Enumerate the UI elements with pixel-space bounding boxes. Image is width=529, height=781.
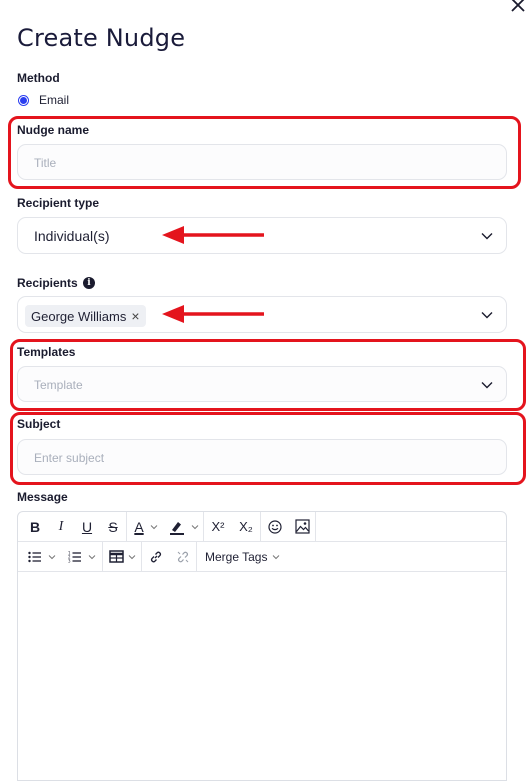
nudge-name-placeholder: Title xyxy=(34,156,57,170)
insert-link-button[interactable] xyxy=(142,542,170,572)
font-color-button[interactable]: A xyxy=(127,512,165,542)
highlight-color-button[interactable] xyxy=(165,512,203,542)
radio-label-email: Email xyxy=(39,93,70,107)
merge-tags-label: Merge Tags xyxy=(205,549,268,564)
editor-toolbar-row-2: 1 2 3 Merge Tags xyxy=(18,541,506,572)
templates-placeholder: Template xyxy=(34,378,83,392)
message-label: Message xyxy=(17,490,68,504)
chevron-down-icon xyxy=(48,554,56,559)
bold-button[interactable]: B xyxy=(22,512,48,542)
radio-button[interactable] xyxy=(18,94,29,106)
recipient-type-select[interactable]: Individual(s) xyxy=(17,217,507,254)
subject-placeholder: Enter subject xyxy=(34,451,105,465)
recipient-type-value: Individual(s) xyxy=(34,228,110,244)
numbered-list-icon: 1 2 3 xyxy=(68,551,81,563)
chevron-down-icon xyxy=(191,524,199,529)
font-color-label: A xyxy=(134,518,144,535)
recipients-select[interactable]: George Williams × xyxy=(17,296,507,333)
emoji-icon xyxy=(268,519,282,534)
info-icon[interactable]: i xyxy=(83,277,95,289)
chevron-down-icon xyxy=(150,524,158,529)
close-icon xyxy=(511,0,525,12)
link-icon xyxy=(150,551,162,562)
chevron-down-icon xyxy=(273,554,280,559)
numbered-list-button[interactable]: 1 2 3 xyxy=(62,542,102,572)
subject-label: Subject xyxy=(17,417,61,431)
method-label: Method xyxy=(17,71,60,85)
templates-label: Templates xyxy=(17,345,76,359)
chevron-down-icon xyxy=(128,554,135,559)
recipients-label: Recipients xyxy=(17,276,78,290)
insert-image-button[interactable] xyxy=(289,512,315,542)
toolbar-divider xyxy=(315,511,316,542)
highlighter-icon xyxy=(170,521,184,535)
insert-table-button[interactable] xyxy=(103,542,141,572)
close-button[interactable] xyxy=(507,0,529,16)
svg-text:3: 3 xyxy=(68,558,71,563)
message-body-area[interactable] xyxy=(18,573,506,781)
method-radio-email[interactable]: Email xyxy=(18,93,69,107)
message-editor[interactable]: B I U S A X² X₂ 1 2 3 Merge Tags xyxy=(17,511,507,781)
editor-toolbar-row-1: B I U S A X² X₂ xyxy=(18,511,506,542)
table-icon xyxy=(108,550,124,563)
chip-remove-button[interactable]: × xyxy=(131,308,139,324)
unlink-button[interactable] xyxy=(170,542,196,572)
unlink-icon xyxy=(177,551,189,562)
nudge-name-label: Nudge name xyxy=(17,123,90,137)
underline-button[interactable]: U xyxy=(74,512,100,542)
nudge-name-input[interactable]: Title xyxy=(17,144,507,180)
templates-select[interactable]: Template xyxy=(17,366,507,402)
page-title: Create Nudge xyxy=(17,24,186,52)
superscript-button[interactable]: X² xyxy=(204,512,232,542)
chevron-down-icon xyxy=(88,554,96,559)
strikethrough-button[interactable]: S xyxy=(100,512,126,542)
recipient-chip-label: George Williams xyxy=(31,308,127,324)
emoji-button[interactable] xyxy=(261,512,289,542)
recipient-type-label: Recipient type xyxy=(17,196,100,210)
chevron-down-icon xyxy=(481,233,493,240)
bulleted-list-icon xyxy=(28,551,41,562)
chevron-down-icon xyxy=(481,382,493,389)
subscript-button[interactable]: X₂ xyxy=(232,512,260,542)
merge-tags-dropdown[interactable]: Merge Tags xyxy=(197,542,288,572)
image-icon xyxy=(294,519,310,534)
subject-input[interactable]: Enter subject xyxy=(17,439,507,475)
chevron-down-icon xyxy=(481,312,493,319)
recipient-chip: George Williams × xyxy=(25,305,146,327)
italic-button[interactable]: I xyxy=(48,512,74,542)
bulleted-list-button[interactable] xyxy=(22,542,62,572)
